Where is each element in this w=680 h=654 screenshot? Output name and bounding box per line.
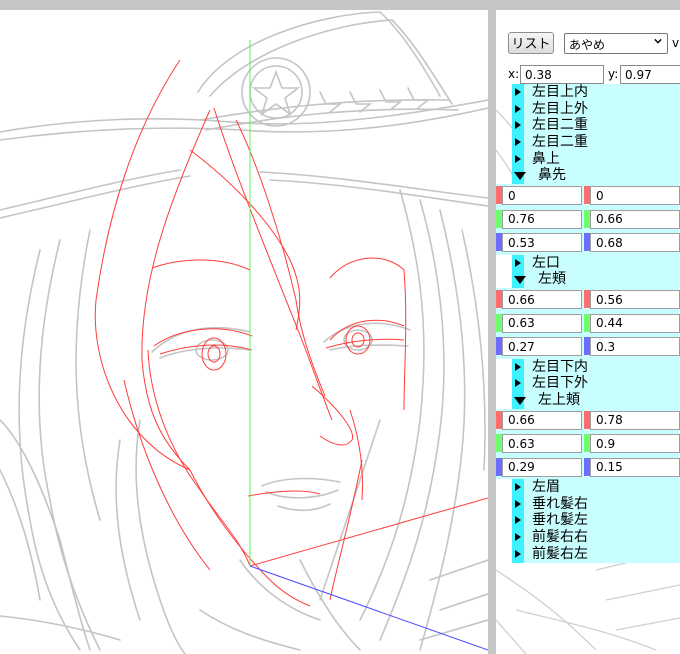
tree-item-nose-tip[interactable]: 鼻先 bbox=[512, 167, 680, 185]
tree-item-label: 左目二重 bbox=[532, 117, 588, 134]
character-select[interactable]: あやめ bbox=[564, 33, 668, 54]
tree-item[interactable]: 左目上内 bbox=[512, 84, 680, 101]
triangle-right-icon bbox=[515, 88, 521, 96]
x-coordinate-input[interactable] bbox=[520, 65, 604, 84]
upper-cheek-z-a-input[interactable] bbox=[502, 457, 582, 477]
upper-cheek-values bbox=[496, 408, 680, 480]
tree-item[interactable]: 前髪右左 bbox=[512, 545, 680, 563]
nose-tip-z-b-input[interactable] bbox=[590, 233, 680, 253]
tree-item-label: 鼻上 bbox=[532, 150, 560, 167]
value-row-z bbox=[496, 335, 680, 359]
triangle-right-icon bbox=[515, 379, 521, 388]
left-cheek-values bbox=[496, 288, 680, 359]
triangle-down-icon bbox=[514, 396, 526, 405]
truncated-label: v bbox=[672, 36, 680, 50]
tree-item[interactable]: 左目二重 bbox=[512, 117, 680, 135]
tree-item[interactable]: 垂れ髪右 bbox=[512, 495, 680, 513]
control-panel: リスト あやめ v x: y: 左目上内 左目上外 左目二重 左目二重 鼻上 鼻… bbox=[496, 10, 680, 654]
tree-item-label: 左口 bbox=[532, 254, 560, 271]
nose-tip-y-b-input[interactable] bbox=[590, 209, 680, 229]
value-row-x bbox=[496, 288, 680, 312]
character-select-value: あやめ bbox=[569, 38, 606, 52]
tree-item-label: 前髪右右 bbox=[532, 529, 588, 546]
upper-cheek-x-a-input[interactable] bbox=[502, 410, 582, 430]
triangle-down-icon bbox=[514, 276, 526, 285]
triangle-right-icon bbox=[515, 258, 521, 267]
left-cheek-x-a-input[interactable] bbox=[502, 290, 582, 309]
canvas-artwork bbox=[0, 11, 488, 654]
tree-item-label: 垂れ髪右 bbox=[532, 495, 588, 512]
nose-tip-x-a-input[interactable] bbox=[502, 186, 582, 206]
tree-item-label: 左目下外 bbox=[532, 375, 588, 392]
tree-item-label: 左目下内 bbox=[532, 358, 588, 375]
axis-z-line bbox=[249, 565, 488, 651]
tree-item[interactable]: 前髪右右 bbox=[512, 529, 680, 546]
y-label: y: bbox=[608, 67, 619, 81]
chevron-down-icon bbox=[654, 38, 662, 44]
toolbar: リスト あやめ v x: y: bbox=[496, 10, 680, 90]
x-label: x: bbox=[508, 67, 520, 81]
value-row-y bbox=[496, 432, 680, 456]
tree-item-label: 左目二重 bbox=[532, 134, 588, 151]
nose-tip-z-a-input[interactable] bbox=[502, 233, 582, 253]
tree-item[interactable]: 左口 bbox=[512, 254, 680, 272]
drawing-canvas[interactable] bbox=[0, 10, 488, 654]
triangle-right-icon bbox=[515, 499, 521, 508]
list-button[interactable]: リスト bbox=[508, 32, 554, 54]
tree-item-left-cheek[interactable]: 左頬 bbox=[512, 271, 680, 288]
value-row-z bbox=[496, 231, 680, 255]
tree-item[interactable]: 左目下内 bbox=[512, 358, 680, 376]
triangle-right-icon bbox=[515, 483, 521, 492]
left-cheek-y-b-input[interactable] bbox=[590, 313, 680, 333]
face-guide-curves[interactable] bbox=[94, 59, 488, 607]
y-coordinate-input[interactable] bbox=[620, 65, 680, 84]
triangle-right-icon bbox=[515, 549, 521, 558]
tree-item[interactable]: 左眉 bbox=[512, 479, 680, 496]
tree-item-label: 鼻先 bbox=[538, 167, 566, 184]
tree-item-upper-cheek[interactable]: 左上頬 bbox=[512, 391, 680, 409]
triangle-right-icon bbox=[515, 516, 521, 525]
upper-cheek-x-b-input[interactable] bbox=[590, 410, 680, 430]
nose-tip-values bbox=[496, 184, 680, 255]
nose-tip-x-b-input[interactable] bbox=[590, 186, 680, 206]
tree-item-label: 垂れ髪左 bbox=[532, 512, 588, 529]
value-row-y bbox=[496, 312, 680, 336]
left-cheek-z-a-input[interactable] bbox=[502, 337, 582, 356]
panel-splitter[interactable] bbox=[488, 0, 496, 654]
tree-item[interactable]: 鼻上 bbox=[512, 150, 680, 168]
left-cheek-x-b-input[interactable] bbox=[590, 290, 680, 309]
upper-cheek-z-b-input[interactable] bbox=[590, 457, 680, 477]
triangle-right-icon bbox=[515, 138, 521, 147]
tree-item[interactable]: 左目下外 bbox=[512, 375, 680, 392]
top-border bbox=[0, 0, 680, 10]
triangle-right-icon bbox=[515, 104, 521, 113]
triangle-down-icon bbox=[514, 172, 526, 181]
triangle-right-icon bbox=[515, 121, 521, 130]
parts-tree: 左目上内 左目上外 左目二重 左目二重 鼻上 鼻先 0 0 0.76 0.66 … bbox=[496, 84, 680, 563]
tree-item[interactable]: 左目上外 bbox=[512, 100, 680, 118]
triangle-right-icon bbox=[515, 154, 521, 163]
tree-item[interactable]: 垂れ髪左 bbox=[512, 512, 680, 530]
tree-item[interactable]: 左目二重 bbox=[512, 134, 680, 151]
triangle-right-icon bbox=[515, 362, 521, 371]
left-cheek-z-b-input[interactable] bbox=[590, 337, 680, 356]
triangle-right-icon bbox=[515, 533, 521, 542]
tree-item-label: 左目上内 bbox=[532, 84, 588, 100]
value-row-z bbox=[496, 456, 680, 480]
tree-item-label: 左上頬 bbox=[538, 391, 580, 408]
tree-item-label: 左頬 bbox=[538, 271, 566, 288]
nose-tip-y-a-input[interactable] bbox=[502, 209, 582, 229]
upper-cheek-y-a-input[interactable] bbox=[502, 434, 582, 454]
value-row-y bbox=[496, 208, 680, 232]
tree-item-label: 左眉 bbox=[532, 479, 560, 496]
upper-cheek-y-b-input[interactable] bbox=[590, 434, 680, 454]
value-row-x bbox=[496, 409, 680, 433]
tree-item-label: 前髪右左 bbox=[532, 545, 588, 562]
left-cheek-y-a-input[interactable] bbox=[502, 313, 582, 333]
tree-item-label: 左目上外 bbox=[532, 100, 588, 117]
value-row-x bbox=[496, 184, 680, 208]
